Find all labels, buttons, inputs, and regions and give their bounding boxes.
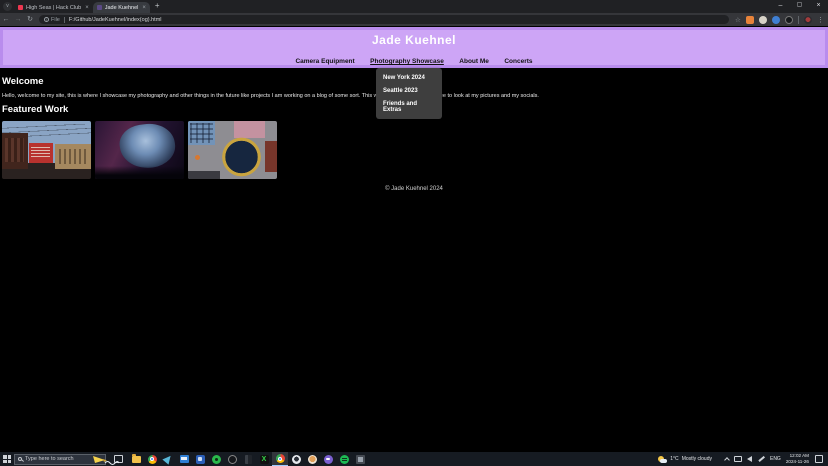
toolbar-separator — [797, 15, 799, 24]
photo-detail — [218, 137, 265, 177]
site-header: Jade Kuehnel Camera Equipment Photograph… — [0, 27, 828, 68]
green-circle-app-icon[interactable] — [208, 452, 224, 466]
tab-close-icon[interactable]: × — [142, 5, 146, 11]
cloud-icon — [660, 458, 668, 463]
tab-high-seas[interactable]: High Seas | Hack Club × — [14, 2, 93, 13]
taskbar: Type here to search X 1°C Mostly cloudy … — [0, 452, 828, 466]
extension-icon-1[interactable] — [745, 15, 754, 24]
photo-detail — [189, 123, 213, 144]
site-footer: © Jade Kuehnel 2024 — [385, 186, 443, 192]
tab-label: Jade Kuehnel — [104, 4, 139, 11]
url-scheme-chip: i File — [44, 17, 60, 23]
browser-tabstrip: v High Seas | Hack Club × Jade Kuehnel ×… — [0, 0, 828, 13]
bookmark-star-icon[interactable]: ☆ — [735, 16, 741, 24]
featured-photo-theater — [188, 121, 277, 179]
chrome-icon[interactable] — [144, 452, 160, 466]
dropdown-item-friends-extras[interactable]: Friends and Extras — [376, 97, 442, 116]
photo-detail — [95, 166, 184, 179]
search-doodle-icon — [93, 455, 119, 465]
tab-search-button[interactable]: v — [3, 2, 12, 11]
url-text: F:/Github/JadeKuehnel/index(og).html — [68, 16, 162, 23]
chrome-active-window-icon[interactable] — [272, 452, 288, 466]
address-bar[interactable]: i File F:/Github/JadeKuehnel/index(og).h… — [39, 15, 729, 24]
tab-close-icon[interactable]: × — [85, 5, 89, 11]
nav-concerts[interactable]: Concerts — [504, 58, 532, 65]
spotify-icon[interactable] — [336, 452, 352, 466]
photo-detail — [234, 121, 265, 139]
weather-desc: Mostly cloudy — [681, 456, 712, 462]
extension-icon-2[interactable] — [758, 15, 767, 24]
browser-toolbar: ← → ↻ i File F:/Github/JadeKuehnel/index… — [0, 13, 828, 26]
tab-jade-kuehnel[interactable]: Jade Kuehnel × — [92, 2, 150, 13]
terminal-app-icon[interactable] — [352, 452, 368, 466]
profile-avatar[interactable] — [803, 15, 812, 24]
extension-icon-3[interactable] — [771, 15, 780, 24]
reload-button[interactable]: ↻ — [24, 14, 36, 26]
featured-photo-museum — [95, 121, 184, 179]
discord-icon[interactable] — [320, 452, 336, 466]
window-controls: – ▢ × — [771, 0, 828, 12]
nav-photography-showcase[interactable]: Photography Showcase — [370, 58, 444, 65]
info-icon: i — [44, 17, 49, 22]
photo-detail — [58, 148, 89, 164]
mail-app-icon[interactable] — [176, 452, 192, 466]
start-button[interactable] — [0, 452, 14, 466]
photo-detail — [117, 121, 178, 173]
taskbar-search[interactable]: Type here to search — [14, 453, 119, 465]
photography-showcase-dropdown: New York 2024 Seattle 2023 Friends and E… — [376, 68, 442, 119]
webpage: Jade Kuehnel Camera Equipment Photograph… — [0, 26, 828, 452]
weather-temp: 1°C — [670, 456, 679, 462]
featured-photo-public-market — [2, 121, 91, 179]
pen-tray-icon[interactable] — [758, 456, 765, 462]
search-icon — [18, 457, 22, 461]
system-tray: 1°C Mostly cloudy ENG 12:02 AM 2024-11-2… — [658, 452, 828, 466]
browser-menu-icon[interactable]: ⋮ — [817, 16, 824, 24]
tab-label: High Seas | Hack Club — [26, 4, 82, 11]
green-x-app-icon[interactable]: X — [256, 452, 272, 466]
screen: v High Seas | Hack Club × Jade Kuehnel ×… — [0, 0, 828, 466]
action-center-icon[interactable] — [815, 455, 823, 463]
blue-app-icon[interactable] — [192, 452, 208, 466]
display-tray-icon[interactable] — [733, 456, 742, 462]
cursor-app-icon[interactable] — [160, 452, 176, 466]
photo-detail — [195, 154, 201, 160]
github-desktop-icon[interactable] — [224, 452, 240, 466]
new-tab-button[interactable]: + — [155, 1, 160, 11]
file-explorer-icon[interactable] — [128, 452, 144, 466]
featured-photos — [2, 121, 826, 179]
forward-button[interactable]: → — [12, 14, 24, 26]
photo-detail — [31, 146, 51, 160]
minimize-button[interactable]: – — [771, 0, 790, 12]
site-title: Jade Kuehnel — [371, 33, 457, 47]
site-favicon-icon — [96, 5, 102, 10]
photo-detail — [188, 170, 221, 179]
extension-icon-4[interactable] — [784, 15, 793, 24]
photo-detail — [265, 140, 277, 173]
photo-detail — [4, 138, 25, 162]
dark-app-icon[interactable] — [240, 452, 256, 466]
url-scheme-label: File — [51, 16, 60, 23]
maximize-button[interactable]: ▢ — [790, 0, 809, 12]
back-button[interactable]: ← — [0, 14, 12, 26]
dropdown-item-seattle-2023[interactable]: Seattle 2023 — [376, 84, 442, 97]
chip-separator — [63, 16, 65, 23]
taskbar-clock[interactable]: 12:02 AM 2024-11-26 — [786, 453, 809, 465]
language-indicator[interactable]: ENG — [770, 456, 781, 462]
volume-icon[interactable] — [746, 456, 752, 462]
taskbar-apps: X — [128, 452, 368, 466]
clock-date: 2024-11-26 — [785, 459, 809, 464]
site-nav: Camera Equipment Photography Showcase Ab… — [3, 50, 825, 68]
search-placeholder: Type here to search — [25, 456, 74, 462]
nav-about-me[interactable]: About Me — [459, 58, 489, 65]
windows-logo-icon — [3, 455, 11, 463]
dropdown-item-new-york-2024[interactable]: New York 2024 — [376, 71, 442, 84]
tray-expand-chevron-icon[interactable] — [724, 457, 730, 463]
hack-club-favicon-icon — [18, 5, 23, 10]
round-avatar-app-icon[interactable] — [304, 452, 320, 466]
close-button[interactable]: × — [809, 0, 828, 12]
weather-widget[interactable]: 1°C Mostly cloudy — [658, 456, 712, 463]
steam-icon[interactable] — [288, 452, 304, 466]
nav-camera-equipment[interactable]: Camera Equipment — [295, 58, 354, 65]
